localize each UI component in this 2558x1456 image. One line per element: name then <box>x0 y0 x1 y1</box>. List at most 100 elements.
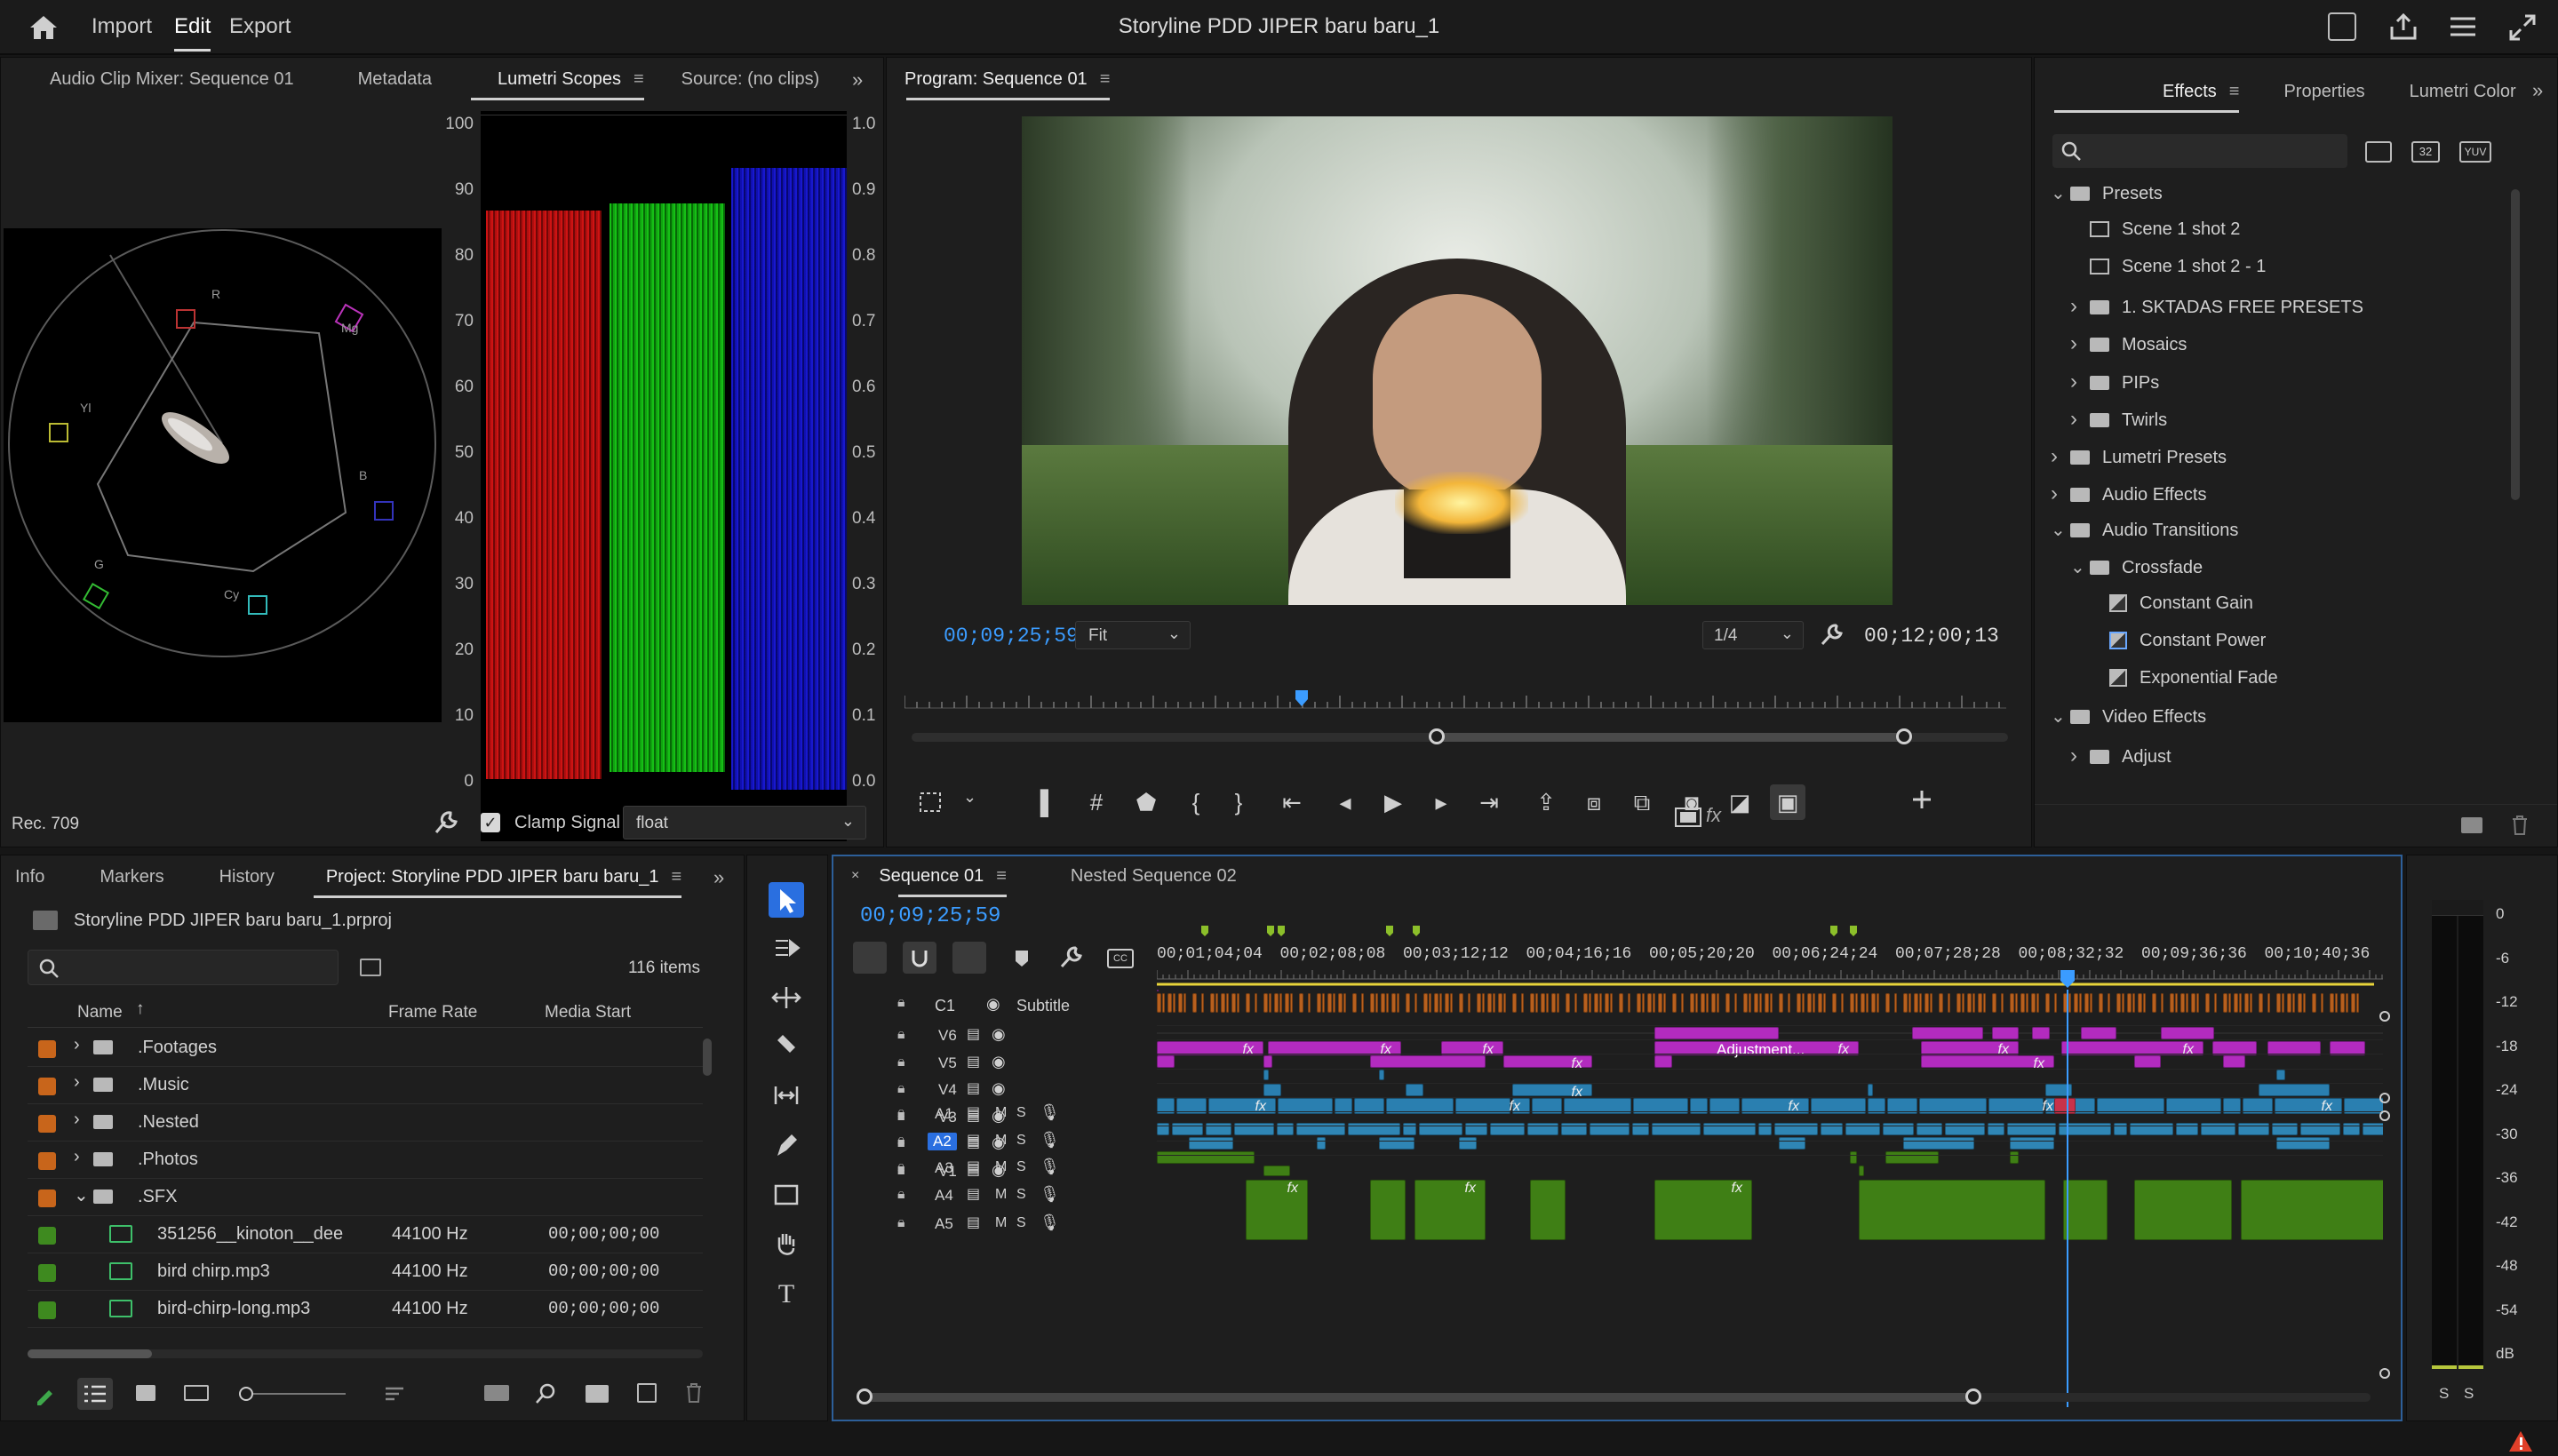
caption-clip[interactable] <box>1658 993 1662 1013</box>
caption-clip[interactable] <box>1468 993 1470 1013</box>
effects-scrollbar[interactable] <box>2511 189 2520 500</box>
label-color-swatch[interactable] <box>38 1078 56 1095</box>
razor-tool-icon[interactable] <box>769 1028 804 1063</box>
audio-clip[interactable] <box>1530 1180 1566 1240</box>
caption-clip[interactable] <box>2001 993 2004 1013</box>
caption-clip[interactable] <box>2015 993 2018 1013</box>
caption-clip[interactable] <box>1317 993 1321 1013</box>
caption-clip[interactable] <box>1210 993 1215 1013</box>
caption-clip[interactable] <box>1274 993 1279 1013</box>
caption-clip[interactable] <box>1327 993 1332 1013</box>
video-clip[interactable] <box>2032 1027 2050 1039</box>
timeline-h-scrollbar[interactable] <box>857 1388 2371 1404</box>
caption-clip[interactable] <box>2079 993 2082 1013</box>
caption-clip[interactable] <box>2298 993 2302 1013</box>
caption-clip[interactable] <box>1406 993 1410 1013</box>
new-search-bin-icon[interactable] <box>360 959 381 976</box>
label-color-swatch[interactable] <box>38 1301 56 1319</box>
go-to-in-icon[interactable]: ⇤ <box>1274 784 1310 820</box>
pen-tool-icon[interactable] <box>769 1127 804 1163</box>
find-icon[interactable] <box>534 1381 559 1406</box>
caption-clip[interactable] <box>2196 993 2199 1013</box>
project-row[interactable]: 351256__kinoton__dee 44100 Hz 00;00;00;00 <box>28 1216 703 1253</box>
lock-icon[interactable]: 🔒︎ <box>897 1159 905 1175</box>
caption-clip[interactable] <box>1914 993 1918 1013</box>
caption-clip[interactable] <box>1285 993 1289 1013</box>
caption-clip[interactable] <box>1263 993 1268 1013</box>
audio-clip[interactable] <box>1403 1123 1416 1135</box>
caption-clip[interactable] <box>2335 993 2338 1013</box>
caption-clip[interactable] <box>1423 993 1428 1013</box>
mark-out-icon[interactable]: } <box>1221 784 1256 820</box>
lock-icon[interactable]: 🔒︎ <box>897 995 905 1011</box>
caption-clip[interactable] <box>1183 993 1186 1013</box>
caption-clip[interactable] <box>1521 993 1524 1013</box>
marker-icon[interactable]: ⬟ <box>1128 784 1164 820</box>
caption-clip[interactable] <box>1255 993 1257 1013</box>
caption-clip[interactable] <box>2138 993 2142 1013</box>
effects-tree-item[interactable]: Exponential Fade <box>2090 668 2278 688</box>
caption-clip[interactable] <box>1589 993 1591 1013</box>
list-view-icon[interactable] <box>77 1378 113 1410</box>
track-name-v6[interactable]: V6 <box>938 1027 957 1045</box>
caption-clip[interactable] <box>1919 993 1922 1013</box>
caption-clip[interactable] <box>1939 993 1943 1013</box>
column-media-start[interactable]: Media Start <box>545 1003 631 1022</box>
zoom-slider-track[interactable] <box>253 1393 346 1395</box>
project-h-scrollbar[interactable] <box>28 1349 703 1358</box>
project-row[interactable]: › .Music <box>28 1067 703 1104</box>
tab-history[interactable]: History <box>184 867 294 887</box>
resolution-dropdown[interactable]: 1/4 ⌄ <box>1702 621 1804 649</box>
caption-clip[interactable] <box>1343 993 1346 1013</box>
more-panels-icon[interactable]: » <box>2532 79 2543 102</box>
timeline-settings-wrench-icon[interactable] <box>1059 945 1084 970</box>
caption-clip[interactable] <box>1866 993 1869 1013</box>
chevron-down-icon[interactable]: ⌄ <box>2051 182 2070 204</box>
new-item-icon[interactable] <box>637 1383 657 1403</box>
caption-clip[interactable] <box>1237 993 1239 1013</box>
audio-clip[interactable] <box>1590 1123 1630 1135</box>
effects-tree-item[interactable]: › Mosaics <box>2070 331 2187 356</box>
tab-properties[interactable]: Properties <box>2259 82 2384 102</box>
add-button-icon[interactable] <box>1909 786 1935 813</box>
linked-selection-icon[interactable] <box>952 942 986 974</box>
effects-tree-item[interactable]: › Twirls <box>2070 407 2167 432</box>
caption-clip[interactable] <box>1749 993 1751 1013</box>
caption-clip[interactable] <box>1619 993 1623 1013</box>
caption-clip[interactable] <box>1653 993 1655 1013</box>
caption-clip[interactable] <box>1823 993 1826 1013</box>
video-clip[interactable] <box>2081 1027 2116 1039</box>
track-name-a2[interactable]: A2 <box>928 1132 957 1150</box>
chevron-right-icon[interactable]: › <box>2070 407 2090 432</box>
project-search-input[interactable] <box>28 950 339 985</box>
caption-clip[interactable] <box>1375 993 1378 1013</box>
go-to-out-icon[interactable]: ⇥ <box>1471 784 1507 820</box>
caption-clip[interactable] <box>2090 993 2092 1013</box>
chevron-right-icon[interactable]: › <box>2051 481 2070 506</box>
video-clip[interactable] <box>1263 1070 1269 1080</box>
caption-clip[interactable] <box>2191 993 2195 1013</box>
audio-clip[interactable]: fx <box>2241 1180 2383 1240</box>
audio-clip[interactable] <box>1945 1123 1985 1135</box>
caption-clip[interactable] <box>2292 993 2295 1013</box>
caption-clip[interactable] <box>1841 993 1844 1013</box>
panel-menu-icon[interactable]: ≡ <box>671 867 681 887</box>
audio-clip[interactable] <box>1703 1123 1756 1135</box>
effects-tree-item[interactable]: ⌄ Audio Transitions <box>2051 519 2238 541</box>
audio-clip[interactable] <box>1206 1123 1231 1135</box>
track-name-a4[interactable]: A4 <box>935 1187 953 1205</box>
audio-clip[interactable] <box>1527 1123 1558 1135</box>
caption-clip[interactable] <box>1871 993 1876 1013</box>
step-forward-icon[interactable]: ▸ <box>1423 784 1459 820</box>
caption-clip[interactable] <box>1797 993 1801 1013</box>
safe-margins-icon[interactable] <box>913 784 978 820</box>
a-scroll-handle-top[interactable] <box>2379 1110 2390 1121</box>
audio-clip[interactable] <box>2272 1123 2298 1135</box>
caption-clip[interactable] <box>1725 993 1730 1013</box>
audio-clip[interactable]: fx <box>1246 1180 1308 1240</box>
label-color-swatch[interactable] <box>38 1227 56 1245</box>
caption-clip[interactable] <box>1512 993 1517 1013</box>
caption-clip[interactable] <box>1948 993 1950 1013</box>
type-tool-icon[interactable]: T <box>769 1277 804 1312</box>
rectangle-tool-icon[interactable] <box>769 1177 804 1213</box>
